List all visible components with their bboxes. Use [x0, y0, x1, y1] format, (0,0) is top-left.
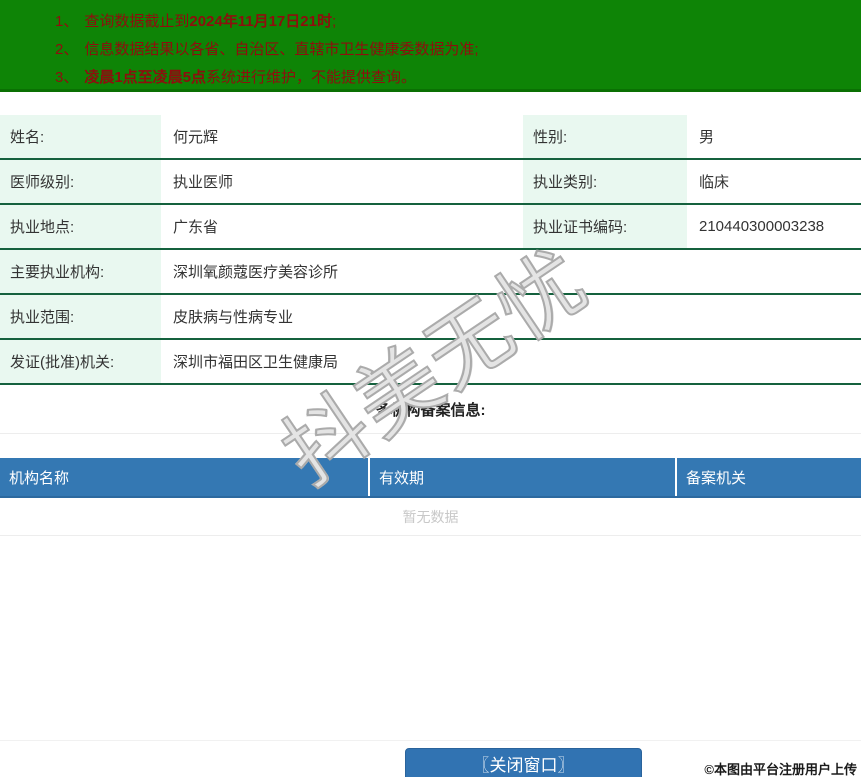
column-header-institution-name: 机构名称 [0, 458, 370, 496]
notice-text: 查询数据截止到 [84, 13, 190, 30]
footer-divider [0, 740, 861, 741]
notice-text: 系统进行维护，不能提供查询。 [206, 69, 417, 86]
field-value-name: 何元辉 [163, 115, 523, 158]
field-label-name: 姓名: [0, 115, 163, 158]
field-value-issuing-authority: 深圳市福田区卫生健康局 [163, 340, 861, 383]
field-label-gender: 性别: [523, 115, 689, 158]
copyright-watermark: ©本图由平台注册用户上传 [704, 762, 857, 777]
field-value-license-number: 210440300003238 [689, 205, 861, 248]
notice-number: 2、 [55, 41, 79, 58]
info-row-name-gender: 姓名: 何元辉 性别: 男 [0, 115, 861, 160]
notice-text-bold: 2024年11月17日21时 [189, 13, 332, 30]
field-label-license-number: 执业证书编码: [523, 205, 689, 248]
practitioner-info-table: 姓名: 何元辉 性别: 男 医师级别: 执业医师 执业类别: 临床 执业地点: … [0, 115, 861, 385]
field-label-practice-category: 执业类别: [523, 160, 689, 203]
field-label-issuing-authority: 发证(批准)机关: [0, 340, 163, 383]
multi-institution-section-title: 多机构备案信息: [0, 385, 861, 434]
notice-number: 3、 [55, 69, 79, 86]
field-value-doctor-level: 执业医师 [163, 160, 523, 203]
field-value-practice-category: 临床 [689, 160, 861, 203]
field-value-practice-scope: 皮肤病与性病专业 [163, 295, 861, 338]
info-row-main-institution: 主要执业机构: 深圳氧颜蔻医疗美容诊所 [0, 250, 861, 295]
notice-line-3: 3、 凌晨1点至凌晨5点系统进行维护，不能提供查询。 [55, 64, 861, 92]
notice-text-bold: 凌晨1点至凌晨5点 [84, 69, 207, 86]
notice-text: ; [331, 13, 337, 30]
info-row-issuing-authority: 发证(批准)机关: 深圳市福田区卫生健康局 [0, 340, 861, 385]
notice-line-2: 2、 信息数据结果以各省、自治区、直辖市卫生健康委数据为准; [55, 36, 861, 64]
info-row-practice-scope: 执业范围: 皮肤病与性病专业 [0, 295, 861, 340]
notice-line-1: 1、 查询数据截止到2024年11月17日21时; [55, 8, 861, 36]
info-row-location-license: 执业地点: 广东省 执业证书编码: 210440300003238 [0, 205, 861, 250]
practitioner-query-result-page: 1、 查询数据截止到2024年11月17日21时; 2、 信息数据结果以各省、自治区… [0, 0, 861, 777]
no-data-placeholder: 暂无数据 [0, 498, 861, 536]
field-label-practice-location: 执业地点: [0, 205, 163, 248]
field-value-main-institution: 深圳氧颜蔻医疗美容诊所 [163, 250, 861, 293]
column-header-record-authority: 备案机关 [686, 469, 747, 487]
field-label-practice-scope: 执业范围: [0, 295, 163, 338]
field-label-main-institution: 主要执业机构: [0, 250, 163, 293]
notice-text: 信息数据结果以各省、自治区、直辖市卫生健康委数据为准; [84, 41, 479, 58]
multi-institution-records-table: 机构名称 有效期 备案机关 暂无数据 [0, 458, 861, 536]
info-row-level-category: 医师级别: 执业医师 执业类别: 临床 [0, 160, 861, 205]
notice-number: 1、 [55, 13, 79, 30]
column-header-validity-period: 有效期 [370, 458, 677, 496]
records-table-header: 机构名称 有效期 备案机关 [0, 458, 861, 498]
close-window-button[interactable]: 〖关闭窗口〗 [405, 748, 642, 777]
notice-banner: 1、 查询数据截止到2024年11月17日21时; 2、 信息数据结果以各省、自治区… [0, 0, 861, 92]
field-value-practice-location: 广东省 [163, 205, 523, 248]
field-label-doctor-level: 医师级别: [0, 160, 163, 203]
field-value-gender: 男 [689, 115, 861, 158]
